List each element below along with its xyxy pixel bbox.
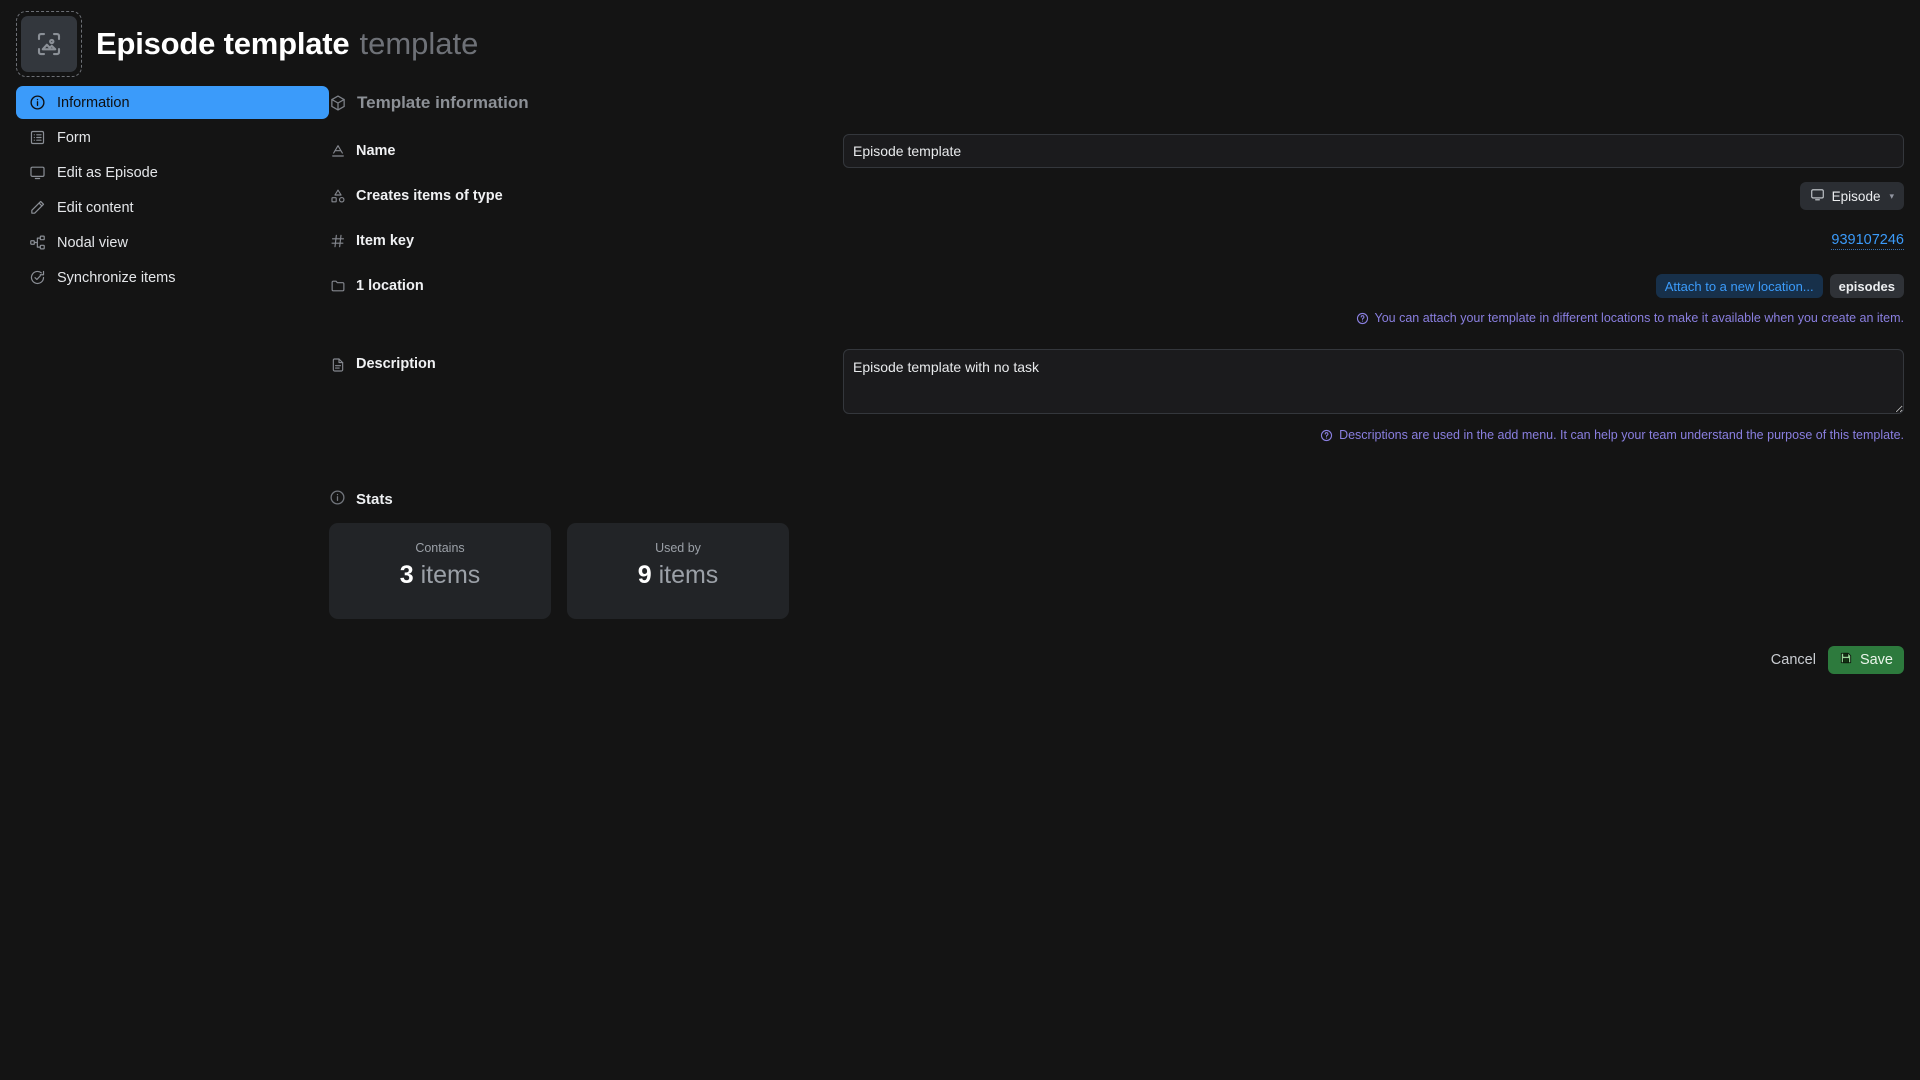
label-text: Item key bbox=[356, 233, 415, 249]
stat-value: 9 items bbox=[638, 561, 719, 590]
field-row-name: Name bbox=[329, 134, 1904, 168]
stat-value: 3 items bbox=[400, 561, 481, 590]
field-row-locations: 1 location Attach to a new location... e… bbox=[329, 269, 1904, 303]
stats-card-list: Contains 3 items Used by 9 items bbox=[329, 523, 1904, 619]
title-text: Episode template bbox=[96, 26, 350, 61]
hash-icon bbox=[329, 233, 346, 250]
page-header: Episode template template bbox=[0, 0, 1920, 86]
monitor-icon bbox=[28, 164, 46, 182]
template-thumbnail[interactable] bbox=[16, 11, 82, 77]
sidebar-nav: Information Form Edit as Episode Edit co… bbox=[16, 86, 329, 674]
form-actions: Cancel Save bbox=[329, 646, 1904, 674]
stat-unit: items bbox=[420, 561, 481, 589]
field-control-locations: Attach to a new location... episodes bbox=[843, 269, 1904, 303]
section-header-stats: Stats bbox=[329, 489, 1904, 510]
cube-icon bbox=[329, 94, 347, 112]
save-label: Save bbox=[1859, 652, 1893, 668]
field-control-creates-items-of-type: Episode ▾ bbox=[843, 179, 1904, 213]
description-textarea[interactable] bbox=[843, 349, 1904, 414]
sidebar-item-form[interactable]: Form bbox=[16, 121, 329, 154]
stat-unit: items bbox=[658, 561, 719, 589]
save-button[interactable]: Save bbox=[1827, 646, 1904, 674]
sidebar-item-label: Edit content bbox=[57, 199, 134, 216]
sidebar-item-label: Information bbox=[57, 94, 130, 111]
stat-caption: Contains bbox=[415, 541, 465, 555]
item-type-dropdown[interactable]: Episode ▾ bbox=[1799, 182, 1904, 210]
hint-text: Descriptions are used in the add menu. I… bbox=[1339, 428, 1904, 442]
document-icon bbox=[329, 356, 346, 373]
field-label-name: Name bbox=[329, 134, 843, 168]
pencil-icon bbox=[28, 199, 46, 217]
item-key-link[interactable]: 939107246 bbox=[1831, 232, 1904, 250]
stat-card-used-by: Used by 9 items bbox=[567, 523, 789, 619]
field-label-description: Description bbox=[329, 349, 843, 383]
section-header-template-information: Template information bbox=[329, 86, 1904, 120]
field-row-creates-items-of-type: Creates items of type Episode ▾ bbox=[329, 179, 1904, 213]
field-row-description: Description Descriptions are used in the… bbox=[329, 349, 1904, 442]
location-chip-list: Attach to a new location... episodes bbox=[1655, 274, 1904, 298]
shapes-icon bbox=[329, 188, 346, 205]
letter-a-icon bbox=[329, 143, 346, 160]
sidebar-item-label: Nodal view bbox=[57, 234, 128, 251]
stat-card-contains: Contains 3 items bbox=[329, 523, 551, 619]
folder-icon bbox=[329, 278, 346, 295]
field-label-locations: 1 location bbox=[329, 269, 843, 303]
sidebar-item-nodal-view[interactable]: Nodal view bbox=[16, 226, 329, 259]
description-hint: Descriptions are used in the add menu. I… bbox=[843, 428, 1904, 442]
hint-text: You can attach your template in differen… bbox=[1374, 311, 1904, 325]
sidebar-item-edit-content[interactable]: Edit content bbox=[16, 191, 329, 224]
name-input[interactable] bbox=[843, 134, 1904, 168]
nodal-graph-icon bbox=[28, 234, 46, 252]
label-text: Name bbox=[356, 143, 396, 159]
field-control-name bbox=[843, 134, 1904, 168]
form-list-icon bbox=[28, 129, 46, 147]
chevron-down-icon: ▾ bbox=[1889, 190, 1894, 201]
location-chip[interactable]: episodes bbox=[1829, 274, 1904, 298]
label-text: 1 location bbox=[356, 278, 424, 294]
title-subtitle: template bbox=[359, 26, 479, 61]
label-text: Description bbox=[356, 356, 436, 372]
sidebar-item-synchronize-items[interactable]: Synchronize items bbox=[16, 261, 329, 294]
floppy-save-icon bbox=[1839, 651, 1853, 669]
stat-caption: Used by bbox=[655, 541, 701, 555]
info-circle-icon bbox=[329, 489, 346, 510]
question-circle-icon bbox=[1356, 312, 1369, 325]
sidebar-item-label: Synchronize items bbox=[57, 269, 176, 286]
sync-check-icon bbox=[28, 269, 46, 287]
stats-title: Stats bbox=[356, 491, 393, 508]
monitor-icon bbox=[1810, 187, 1825, 205]
sidebar-item-edit-as-episode[interactable]: Edit as Episode bbox=[16, 156, 329, 189]
field-label-item-key: Item key bbox=[329, 224, 843, 258]
stat-number: 9 bbox=[637, 561, 652, 589]
label-text: Creates items of type bbox=[356, 188, 503, 204]
field-control-item-key: 939107246 bbox=[843, 224, 1904, 258]
attach-new-location-chip[interactable]: Attach to a new location... bbox=[1655, 274, 1823, 298]
field-label-creates-items-of-type: Creates items of type bbox=[329, 179, 843, 213]
section-title: Template information bbox=[357, 93, 529, 112]
image-placeholder-icon bbox=[21, 16, 77, 72]
question-circle-icon bbox=[1320, 429, 1333, 442]
item-type-value: Episode bbox=[1831, 188, 1881, 204]
main-content: Template information Name Episode templa… bbox=[329, 86, 1920, 674]
sidebar-item-label: Form bbox=[57, 129, 91, 146]
page-title: Episode template template bbox=[96, 26, 478, 62]
field-control-description: Descriptions are used in the add menu. I… bbox=[843, 349, 1904, 442]
sidebar-item-information[interactable]: Information bbox=[16, 86, 329, 119]
field-row-item-key: Item key 939107246 bbox=[329, 224, 1904, 258]
info-circle-icon bbox=[28, 94, 46, 112]
sidebar-item-label: Edit as Episode bbox=[57, 164, 158, 181]
locations-hint: You can attach your template in differen… bbox=[329, 311, 1904, 325]
stat-number: 3 bbox=[399, 561, 414, 589]
cancel-button[interactable]: Cancel bbox=[1771, 652, 1816, 668]
